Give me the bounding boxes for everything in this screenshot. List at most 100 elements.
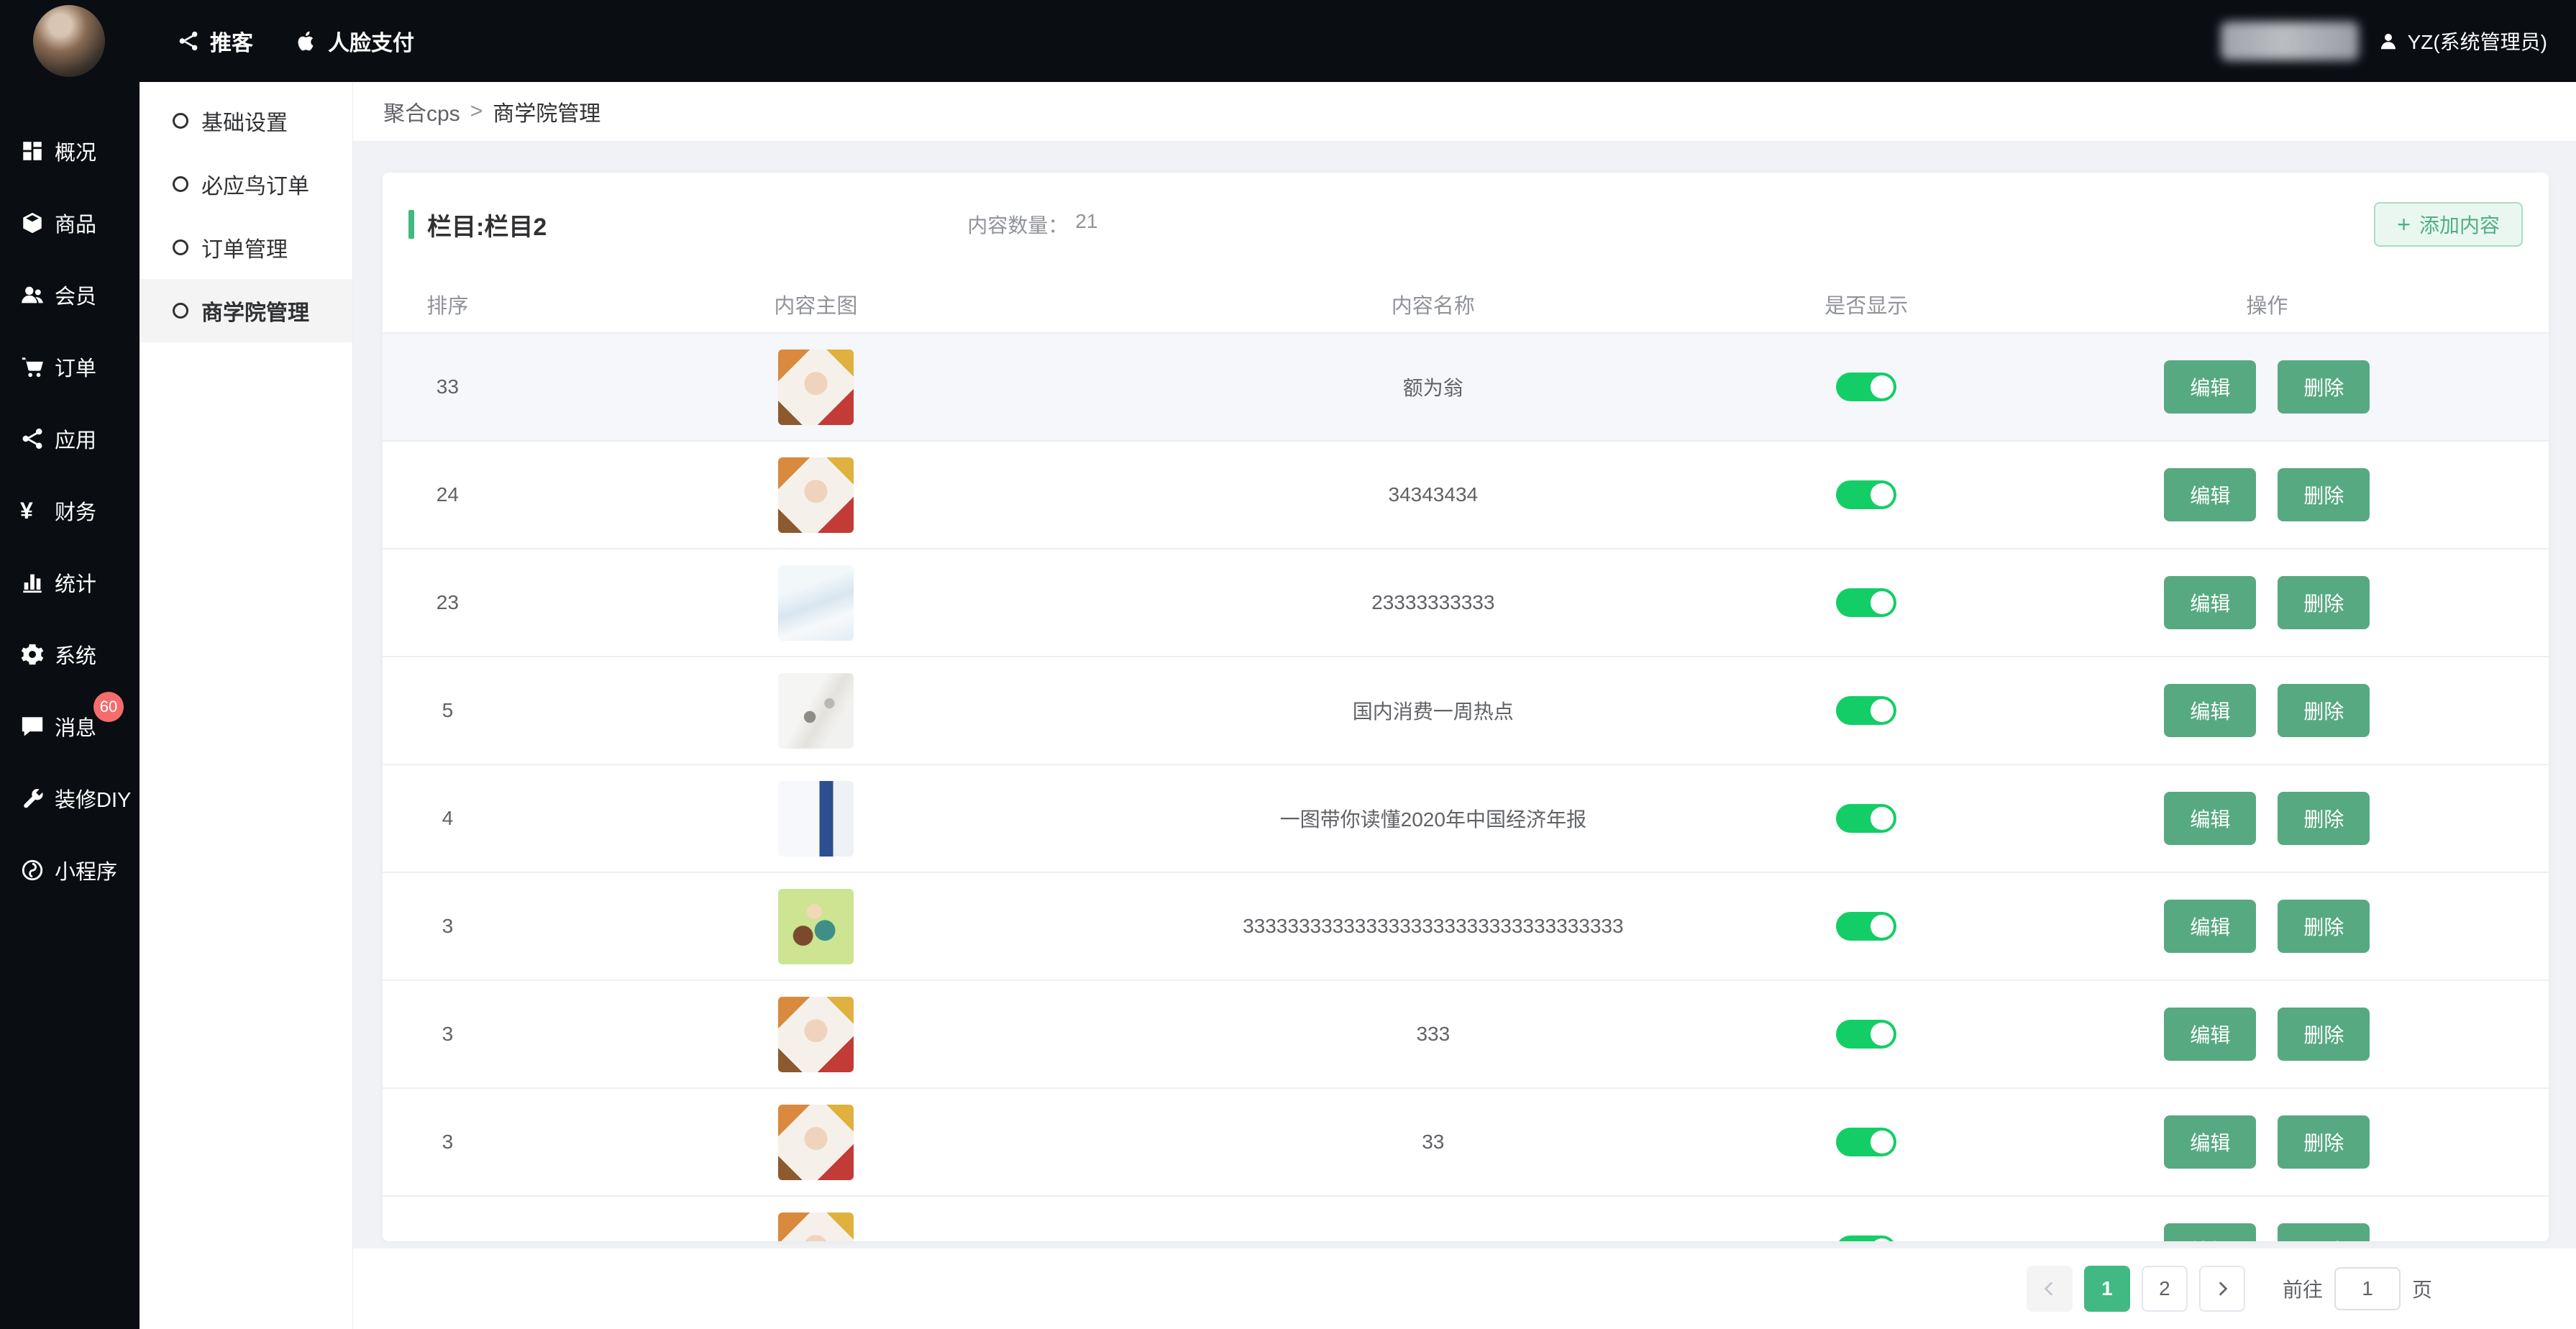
table-row: 33 额为翁 编辑 删除 (383, 334, 2549, 442)
add-content-button[interactable]: + 添加内容 (2374, 202, 2523, 247)
overview-icon (20, 139, 45, 163)
breadcrumb-parent[interactable]: 聚合cps (383, 96, 460, 127)
sidebar-item-label: 装修DIY (55, 783, 131, 813)
system-icon (20, 642, 45, 667)
visibility-toggle[interactable] (1836, 480, 1896, 509)
sidebar-item-label: 会员 (55, 280, 96, 310)
delete-button[interactable]: 删除 (2278, 360, 2370, 414)
sidebar-item-system[interactable]: 系统 (0, 618, 140, 690)
sidebar-item-orders[interactable]: 订单 (0, 331, 140, 403)
visibility-toggle[interactable] (1836, 912, 1896, 941)
row-sort-value: 23 (383, 591, 513, 614)
delete-button[interactable]: 删除 (2278, 792, 2370, 845)
breadcrumb: 聚合cps > 商学院管理 (353, 82, 2576, 141)
row-image-cell (513, 350, 1119, 425)
finance-icon: ¥ (20, 498, 45, 523)
goto-label: 前往 (2283, 1274, 2323, 1303)
visibility-toggle[interactable] (1836, 696, 1896, 725)
row-image-cell (513, 889, 1119, 964)
circle-icon (173, 176, 188, 192)
content-thumbnail (778, 457, 854, 533)
content-card: 栏目:栏目2 内容数量： 21 + 添加内容 排序 内容主图 内容名称 是否显示… (383, 173, 2549, 1241)
submenu-item[interactable]: 订单管理 (140, 216, 352, 279)
sidebar-item-finance[interactable]: ¥ 财务 (0, 475, 140, 547)
page-button-1[interactable]: 1 (2084, 1266, 2130, 1312)
column-header-visible: 是否显示 (1748, 289, 1986, 319)
visibility-toggle[interactable] (1836, 1236, 1896, 1241)
visibility-toggle[interactable] (1836, 1020, 1896, 1049)
row-image-cell (513, 1212, 1119, 1242)
sidebar-item-label: 商品 (55, 208, 96, 238)
delete-button[interactable]: 删除 (2278, 1115, 2370, 1169)
row-sort-value: 3 (383, 1023, 513, 1046)
sidebar-item-overview[interactable]: 概况 (0, 115, 140, 187)
visibility-toggle[interactable] (1836, 373, 1896, 401)
delete-button[interactable]: 删除 (2278, 468, 2370, 521)
goods-icon (20, 211, 45, 235)
submenu-item[interactable]: 商学院管理 (140, 279, 352, 342)
row-image-cell (513, 673, 1119, 749)
delete-button[interactable]: 删除 (2278, 1223, 2370, 1241)
edit-button[interactable]: 编辑 (2164, 1223, 2256, 1241)
edit-button[interactable]: 编辑 (2164, 576, 2256, 629)
table-row: 24 34343434 编辑 删除 (383, 442, 2549, 549)
avatar[interactable] (33, 5, 105, 77)
goto-page-input[interactable] (2334, 1267, 2401, 1310)
column-header-image: 内容主图 (513, 289, 1119, 319)
share-icon (177, 29, 200, 52)
table-row: 3 3333333333333333333333333333333333 编辑 … (383, 873, 2549, 981)
sidebar-item-miniapp[interactable]: 小程序 (0, 834, 140, 906)
submenu-item[interactable]: 基础设置 (140, 89, 352, 152)
edit-button[interactable]: 编辑 (2164, 1008, 2256, 1061)
sidebar-item-label: 财务 (55, 495, 96, 526)
sidebar-item-diy[interactable]: 装修DIY (0, 762, 140, 834)
circle-icon (173, 113, 188, 129)
edit-button[interactable]: 编辑 (2164, 360, 2256, 414)
sidebar-item-goods[interactable]: 商品 (0, 187, 140, 259)
delete-button[interactable]: 删除 (2278, 576, 2370, 629)
sidebar-item-apps[interactable]: 应用 (0, 403, 140, 475)
sidebar-item-stats[interactable]: 统计 (0, 547, 140, 618)
page-button-2[interactable]: 2 (2142, 1266, 2188, 1312)
unread-count-badge: 60 (93, 692, 124, 722)
edit-button[interactable]: 编辑 (2164, 684, 2256, 737)
table-body: 33 额为翁 编辑 删除 24 34343434 编辑 删除 23 233 (383, 334, 2549, 1241)
submenu-item[interactable]: 必应鸟订单 (140, 152, 352, 216)
edit-button[interactable]: 编辑 (2164, 468, 2256, 521)
edit-button[interactable]: 编辑 (2164, 792, 2256, 845)
content-count-label: 内容数量： (967, 210, 1068, 239)
row-content-name: 333 (1119, 1023, 1747, 1046)
add-content-label: 添加内容 (2419, 210, 2500, 239)
table-header: 排序 内容主图 内容名称 是否显示 操作 (383, 276, 2549, 334)
panel-title-text: 栏目:栏目2 (427, 207, 547, 242)
visibility-toggle[interactable] (1836, 1128, 1896, 1156)
visibility-toggle[interactable] (1836, 588, 1896, 617)
user-menu[interactable]: YZ(系统管理员) (2378, 27, 2547, 55)
topbar-item-tuike[interactable]: 推客 (177, 25, 253, 57)
row-sort-value: 5 (383, 699, 513, 722)
edit-button[interactable]: 编辑 (2164, 1115, 2256, 1169)
row-sort-value: 24 (383, 483, 513, 506)
panel-title: 栏目:栏目2 (408, 207, 547, 242)
title-accent-bar (408, 210, 414, 239)
edit-button[interactable]: 编辑 (2164, 900, 2256, 953)
pagination-pages: 12 (2084, 1266, 2188, 1312)
miniapp-icon (20, 858, 45, 882)
diy-icon (20, 786, 45, 810)
row-sort-value: 33 (383, 375, 513, 398)
prev-page-button[interactable] (2027, 1266, 2073, 1312)
circle-icon (173, 303, 188, 319)
delete-button[interactable]: 删除 (2278, 1008, 2370, 1061)
table-row: 3 22 编辑 删除 (383, 1197, 2549, 1241)
sidebar-item-members[interactable]: 会员 (0, 259, 140, 331)
user-icon (2378, 30, 2399, 52)
delete-button[interactable]: 删除 (2278, 684, 2370, 737)
sidebar-item-messages[interactable]: 消息 60 (0, 690, 140, 762)
sidebar-item-label: 小程序 (55, 855, 117, 885)
delete-button[interactable]: 删除 (2278, 900, 2370, 953)
row-sort-value: 3 (383, 1131, 513, 1154)
topbar-item-face-pay[interactable]: 人脸支付 (295, 25, 414, 57)
content-thumbnail (778, 1212, 854, 1242)
next-page-button[interactable] (2199, 1266, 2245, 1312)
visibility-toggle[interactable] (1836, 804, 1896, 833)
